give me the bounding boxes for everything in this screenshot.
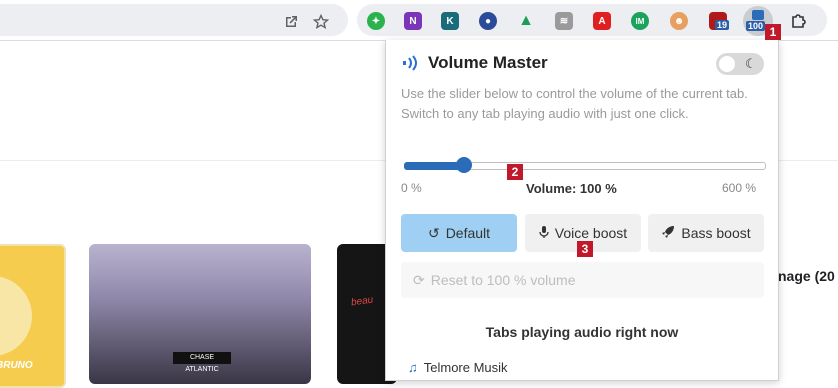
im-icon[interactable]: IM: [631, 12, 649, 30]
blue-circle-icon[interactable]: ●: [479, 12, 497, 30]
undo-icon: ↺: [427, 224, 440, 241]
volume-master-popup: Volume Master ☾ Use the slider below to …: [385, 40, 779, 381]
popup-description: Use the slider below to control the volu…: [401, 86, 748, 121]
bass-boost-label: Bass boost: [681, 225, 751, 241]
volume-slider-fill: [404, 162, 464, 170]
rocket-icon: [661, 225, 675, 242]
volume-master-icon: [752, 10, 764, 20]
popup-title: Volume Master: [428, 53, 548, 72]
volume-current-label: Volume: 100 %: [526, 181, 617, 196]
reset-volume-button[interactable]: ⟳ Reset to 100 % volume: [401, 262, 764, 298]
k-app-icon[interactable]: K: [441, 12, 459, 30]
face-icon[interactable]: ☻: [670, 12, 688, 30]
evernote-icon[interactable]: ✦: [367, 12, 385, 30]
album-band-label: CHASE ATLANTIC: [173, 352, 231, 373]
default-button[interactable]: ↺ Default: [401, 214, 517, 252]
shield-icon[interactable]: 19: [709, 12, 730, 30]
album-card-text: beau: [350, 294, 374, 309]
volume-badge: 100: [746, 21, 766, 31]
callout-marker-1: 1: [765, 24, 781, 40]
voice-boost-label: Voice boost: [554, 225, 628, 241]
refresh-icon: ⟳: [413, 271, 425, 288]
open-in-new-icon[interactable]: [283, 14, 299, 30]
callout-marker-2: 2: [507, 164, 523, 180]
sound-waves-icon: [401, 54, 421, 72]
toggle-knob: [719, 56, 735, 72]
slider-min-label: 0 %: [401, 181, 422, 195]
album-card[interactable]: BRUNO: [0, 244, 66, 388]
moon-icon: ☾: [745, 56, 757, 71]
album-card-text: BRUNO: [0, 360, 33, 371]
microphone-icon: [539, 225, 549, 242]
bass-boost-button[interactable]: Bass boost: [648, 214, 764, 252]
extensions-strip: ✦ N K ● ▲ ≋ A IM ☻ 19 100: [357, 4, 827, 36]
volume-slider-thumb[interactable]: [456, 157, 472, 173]
onenote-icon[interactable]: N: [404, 12, 422, 30]
google-drive-icon[interactable]: ▲: [517, 12, 535, 30]
album-art-shape: [0, 276, 32, 356]
page-title-fragment: nage (20: [778, 268, 835, 284]
reset-volume-label: Reset to 100 % volume: [430, 272, 576, 288]
bookmark-star-icon[interactable]: [313, 14, 329, 30]
browser-toolbar: ✦ N K ● ▲ ≋ A IM ☻ 19 100: [0, 0, 838, 40]
puzzle-icon[interactable]: [790, 12, 808, 30]
slider-max-label: 600 %: [722, 181, 757, 195]
album-card-chase-atlantic[interactable]: CHASE ATLANTIC: [89, 244, 311, 384]
shield-badge: 19: [715, 20, 730, 30]
tabs-section-title: Tabs playing audio right now: [485, 324, 679, 340]
rss-icon[interactable]: ≋: [555, 12, 573, 30]
dark-mode-toggle[interactable]: ☾: [716, 53, 764, 75]
callout-marker-3: 3: [577, 241, 593, 257]
default-button-label: Default: [445, 225, 491, 241]
address-bar[interactable]: [0, 4, 348, 36]
acrobat-icon[interactable]: A: [593, 12, 611, 30]
